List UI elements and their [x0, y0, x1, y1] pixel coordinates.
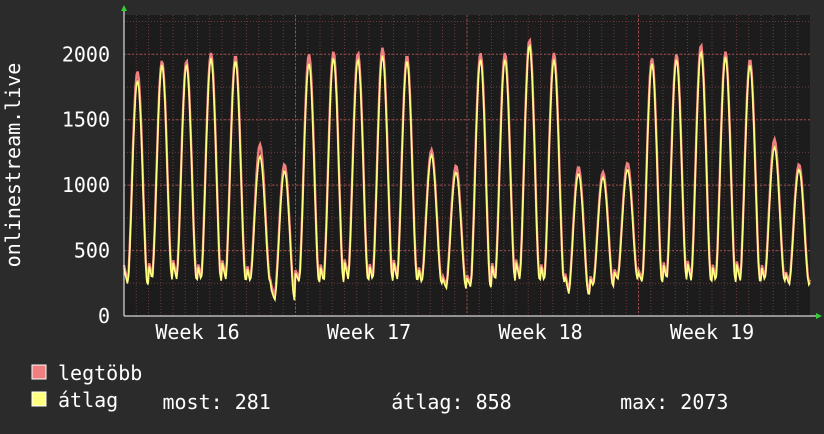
y-tick-label: 0: [98, 304, 110, 328]
y-tick-label: 2000: [62, 42, 110, 66]
stat-average-value: 858: [475, 390, 512, 414]
stat-spacer: [66, 390, 162, 414]
x-tick-label: Week 17: [327, 320, 411, 344]
legend-label-legtobb: legtöbb: [58, 361, 142, 385]
y-tick-label: 1000: [62, 173, 110, 197]
x-tick-label: Week 18: [498, 320, 582, 344]
y-axis-arrow: [121, 5, 127, 11]
x-axis-arrow: [816, 313, 822, 319]
stats-line: most: 281 átlag: 858 max: 2073: [30, 390, 728, 414]
chart: 0 500 1000 1500 2000 Week 16 Week 17 Week 18 Wee…: [0, 0, 824, 430]
y-tick-label: 500: [74, 239, 110, 263]
stat-max-value: 2073: [680, 390, 729, 414]
stat-current-value: 281: [234, 390, 271, 414]
y-tick-label: 1500: [62, 108, 110, 132]
stat-current-label: most:: [162, 390, 223, 414]
y-axis-label: onlinestream.live: [1, 63, 25, 268]
x-tick-label: Week 16: [155, 320, 239, 344]
chart-svg: 0 500 1000 1500 2000 Week 16 Week 17 Week 18 Wee…: [1, 5, 822, 412]
x-tick-label: Week 19: [670, 320, 754, 344]
legend-swatch-legtobb: [31, 364, 47, 380]
stat-max-label: max:: [620, 390, 669, 414]
legend-label-spacer: [30, 390, 66, 414]
stat-average-label: átlag:: [391, 390, 464, 414]
